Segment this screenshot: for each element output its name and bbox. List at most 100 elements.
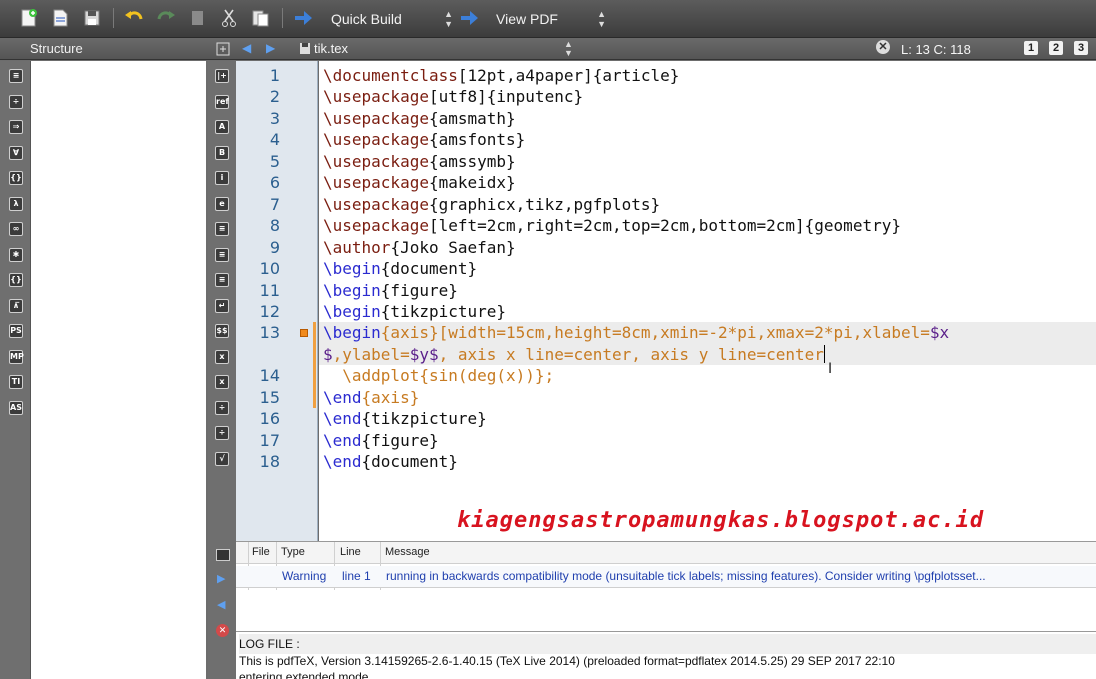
latex-command-icon[interactable]: i [215, 171, 229, 185]
code-line[interactable]: \end{figure} [323, 431, 439, 450]
log-panel[interactable]: LOG FILE : This is pdfTeX, Version 3.141… [236, 631, 1096, 679]
message-row[interactable]: Warning line 1 running in backwards comp… [236, 566, 1096, 588]
latex-command-icon[interactable]: e [215, 196, 229, 211]
code-line[interactable]: \begin{axis}[width=15cm,height=8cm,xmin=… [323, 323, 949, 342]
previous-document-icon[interactable]: ◀ [242, 41, 251, 55]
structure-tool-icon[interactable]: MP [9, 349, 24, 364]
code-line[interactable]: \usepackage[left=2cm,right=2cm,top=2cm,b… [323, 216, 901, 235]
structure-tool-icon[interactable]: {} [9, 171, 23, 185]
structure-tool-icon[interactable]: ≡ [9, 69, 23, 83]
code-line[interactable]: \begin{tikzpicture} [323, 302, 506, 321]
clear-errors-icon[interactable]: ✕ [216, 624, 229, 637]
latex-command-icon[interactable]: x [215, 375, 229, 389]
terminal-icon[interactable] [216, 549, 230, 561]
code-token: {graphicx,tikz,pgfplots} [428, 194, 661, 214]
document-tab-name[interactable]: tik.tex [314, 41, 348, 56]
code-token: {amsfonts} [428, 130, 526, 150]
structure-tool-icon[interactable]: ÷ [9, 94, 23, 109]
column-header-message[interactable]: Message [385, 546, 430, 558]
undo-icon[interactable] [124, 8, 144, 28]
code-line[interactable]: \documentclass[12pt,a4paper]{article} [323, 66, 679, 85]
structure-tool-icon[interactable]: ✱ [9, 247, 23, 262]
latex-command-icon[interactable]: x [215, 349, 229, 364]
close-document-icon[interactable]: ✕ [876, 40, 890, 54]
editor-menu-icon[interactable] [216, 42, 230, 56]
next-document-icon[interactable]: ▶ [266, 41, 275, 55]
structure-tool-icon[interactable]: ∞ [9, 222, 23, 236]
view-button-3[interactable]: 3 [1074, 41, 1088, 55]
latex-command-icon[interactable]: ÷ [215, 400, 229, 415]
copy-icon[interactable] [188, 8, 208, 28]
code-token: \documentclass [323, 66, 458, 85]
code-line[interactable]: \begin{document} [323, 259, 477, 278]
line-number: 10 [259, 259, 280, 279]
column-header-line[interactable]: Line [340, 546, 361, 558]
build-command-select[interactable]: Quick Build ▲ ▼ [331, 9, 453, 29]
new-from-template-icon[interactable] [50, 8, 70, 28]
document-select-arrows-icon[interactable]: ▲ ▼ [564, 40, 573, 58]
code-token: {amssymb} [428, 151, 516, 171]
code-line[interactable]: \usepackage{makeidx} [323, 173, 516, 192]
code-line[interactable]: \usepackage[utf8]{inputenc} [323, 87, 583, 106]
latex-command-icon[interactable]: ≡ [215, 247, 229, 262]
line-number: 18 [259, 452, 280, 472]
structure-tool-icon[interactable]: ∧̅ [9, 298, 23, 313]
redo-icon[interactable] [156, 8, 176, 28]
structure-tool-icon[interactable]: ⇒ [9, 120, 23, 134]
latex-command-icon[interactable]: ÷ [215, 426, 229, 440]
code-line[interactable]: \usepackage{amssymb} [323, 152, 516, 171]
code-line[interactable]: \usepackage{amsmath} [323, 109, 516, 128]
code-line[interactable]: \author{Joko Saefan} [323, 238, 516, 257]
code-line[interactable]: \usepackage{graphicx,tikz,pgfplots} [323, 195, 660, 214]
latex-command-icon[interactable]: ≡ [215, 273, 229, 287]
structure-tool-icon[interactable]: ∀ [9, 145, 23, 160]
latex-command-icon[interactable]: $$ [215, 324, 229, 338]
code-line[interactable]: \addplot{sin(deg(x))}; [323, 366, 554, 385]
code-token: \end [323, 452, 362, 472]
structure-tool-icon[interactable]: TI [9, 375, 23, 389]
latex-command-icon[interactable]: |+ [215, 69, 229, 83]
view-command-select[interactable]: View PDF ▲ ▼ [496, 9, 606, 29]
view-button-2[interactable]: 2 [1049, 41, 1063, 55]
structure-tool-icon[interactable]: {} [9, 273, 23, 287]
code-token: \usepackage [323, 216, 429, 236]
column-header-file[interactable]: File [252, 546, 270, 558]
structure-tool-icon[interactable]: AS [9, 400, 23, 415]
new-file-icon[interactable] [18, 8, 38, 28]
structure-tree[interactable] [30, 61, 206, 679]
structure-tool-strip: ≡ ÷ ⇒ ∀ {} λ ∞ ✱ {} ∧̅ PS MP TI AS [0, 61, 30, 679]
code-line[interactable]: $,ylabel=$y$, axis x line=center, axis y… [323, 344, 825, 364]
save-icon[interactable] [82, 8, 102, 28]
latex-command-icon[interactable]: ref [215, 94, 229, 109]
latex-command-icon[interactable]: ≡ [215, 222, 229, 236]
code-token: \usepackage [323, 108, 429, 128]
code-token: {document} [361, 452, 458, 472]
structure-tool-icon[interactable]: PS [9, 324, 23, 338]
watermark-text: kiagengsastropamungkas.blogspot.ac.id [457, 508, 985, 533]
code-token: ,ylabel= [332, 344, 410, 364]
structure-tool-icon[interactable]: λ [9, 196, 23, 211]
code-token: \begin [323, 323, 381, 343]
code-line[interactable]: \end{document} [323, 452, 458, 471]
column-header-type[interactable]: Type [281, 546, 305, 558]
bookmark-marker-icon[interactable] [300, 329, 308, 337]
cut-icon[interactable] [219, 8, 239, 28]
code-line[interactable]: \end{axis} [323, 388, 419, 407]
view-button-1[interactable]: 1 [1024, 41, 1038, 55]
latex-command-icon[interactable]: B [215, 145, 229, 160]
code-line[interactable]: \begin{figure} [323, 281, 458, 300]
run-view-arrow-icon[interactable] [459, 8, 479, 28]
line-number: 2 [269, 87, 280, 107]
latex-command-icon[interactable]: ↵ [215, 298, 229, 313]
code-line[interactable]: \usepackage{amsfonts} [323, 130, 525, 149]
select-arrows-icon: ▲ ▼ [444, 9, 453, 29]
latex-command-icon[interactable]: √ [215, 451, 229, 466]
paste-icon[interactable] [250, 8, 270, 28]
previous-message-icon[interactable]: ◀ [217, 598, 225, 611]
next-message-icon[interactable]: ▶ [217, 572, 225, 585]
code-editor[interactable]: I kiagengsastropamungkas.blogspot.ac.id … [319, 61, 1096, 541]
run-arrow-icon[interactable] [293, 8, 313, 28]
message-text: running in backwards compatibility mode … [386, 569, 986, 583]
code-line[interactable]: \end{tikzpicture} [323, 409, 487, 428]
latex-command-icon[interactable]: A [215, 120, 229, 134]
